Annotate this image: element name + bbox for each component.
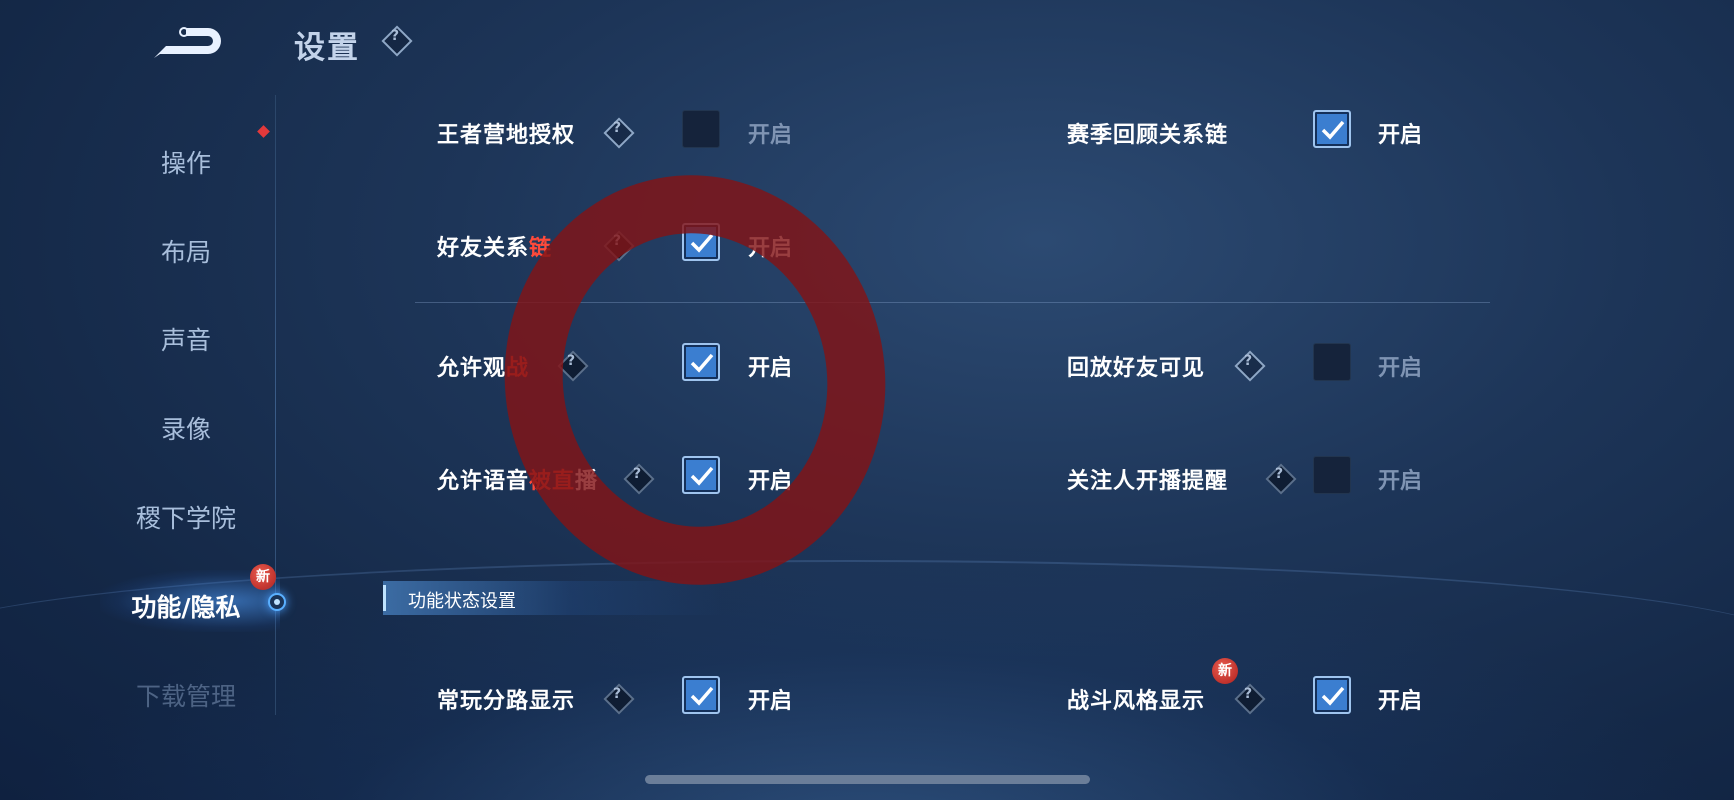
checkbox-lane-display[interactable] bbox=[682, 676, 720, 714]
checkbox-battle-style[interactable] bbox=[1313, 676, 1351, 714]
sidebar-item-recording[interactable]: 录像 bbox=[66, 410, 306, 446]
checkmark-icon bbox=[690, 466, 714, 486]
checkbox-voice-broadcast[interactable] bbox=[682, 456, 720, 494]
state-battle-style: 开启 bbox=[1378, 689, 1423, 714]
label-season-review: 赛季回顾关系链 bbox=[1067, 123, 1229, 148]
label-wangzhe-auth: 王者营地授权 bbox=[437, 123, 576, 148]
label-lane-display: 常玩分路显示 bbox=[437, 689, 576, 714]
notification-dot bbox=[257, 125, 270, 138]
sidebar-item-download[interactable]: 下载管理 bbox=[66, 677, 306, 713]
page-title: 设置 bbox=[294, 30, 360, 66]
sidebar-item-layout[interactable]: 布局 bbox=[66, 233, 306, 269]
state-lane-display: 开启 bbox=[748, 689, 793, 714]
state-replay-visible: 开启 bbox=[1378, 356, 1423, 381]
checkbox-allow-watch[interactable] bbox=[682, 343, 720, 381]
help-icon[interactable]: ? bbox=[1234, 683, 1266, 715]
label-voice-broadcast: 允许语音被直播 bbox=[437, 469, 599, 494]
checkmark-icon bbox=[690, 353, 714, 373]
checkmark-icon bbox=[1321, 686, 1345, 706]
state-allow-watch: 开启 bbox=[748, 356, 793, 381]
help-icon[interactable]: ? bbox=[603, 230, 635, 262]
checkbox-friend-chain[interactable] bbox=[682, 223, 720, 261]
new-badge: 新 bbox=[1212, 658, 1238, 684]
help-icon[interactable]: ? bbox=[381, 25, 413, 57]
label-follow-remind: 关注人开播提醒 bbox=[1067, 469, 1229, 494]
back-arrow-icon bbox=[154, 27, 221, 58]
home-indicator[interactable] bbox=[645, 775, 1090, 784]
checkbox-replay-visible[interactable] bbox=[1313, 343, 1351, 381]
help-icon[interactable]: ? bbox=[603, 117, 635, 149]
sidebar-item-sound[interactable]: 声音 bbox=[66, 321, 306, 357]
label-battle-style: 战斗风格显示 bbox=[1067, 689, 1206, 714]
section-divider bbox=[415, 302, 1490, 303]
settings-screen: 设置 ? 操作 布局 声音 录像 稷下学院 功能/隐私 下载管理 新 王者营地授… bbox=[0, 0, 1734, 800]
back-button[interactable] bbox=[150, 22, 226, 62]
sidebar-active-marker bbox=[268, 593, 286, 611]
state-friend-chain: 开启 bbox=[748, 236, 793, 261]
label-replay-visible: 回放好友可见 bbox=[1067, 356, 1206, 381]
checkbox-follow-remind[interactable] bbox=[1313, 456, 1351, 494]
sidebar-item-academy[interactable]: 稷下学院 bbox=[66, 499, 306, 535]
state-voice-broadcast: 开启 bbox=[748, 469, 793, 494]
label-allow-watch: 允许观战 bbox=[437, 356, 530, 381]
checkmark-icon bbox=[690, 686, 714, 706]
help-icon[interactable]: ? bbox=[1265, 463, 1297, 495]
state-wangzhe-auth: 开启 bbox=[748, 123, 793, 148]
checkbox-season-review[interactable] bbox=[1313, 110, 1351, 148]
checkbox-wangzhe-auth[interactable] bbox=[682, 110, 720, 148]
help-icon[interactable]: ? bbox=[1234, 350, 1266, 382]
section-title: 功能状态设置 bbox=[408, 591, 516, 612]
help-icon[interactable]: ? bbox=[603, 683, 635, 715]
state-season-review: 开启 bbox=[1378, 123, 1423, 148]
checkmark-icon bbox=[1321, 120, 1345, 140]
checkmark-icon bbox=[690, 233, 714, 253]
sidebar-item-operation[interactable]: 操作 bbox=[66, 144, 306, 180]
help-icon[interactable]: ? bbox=[557, 350, 589, 382]
state-follow-remind: 开启 bbox=[1378, 469, 1423, 494]
help-icon[interactable]: ? bbox=[623, 463, 655, 495]
label-friend-chain: 好友关系链 bbox=[437, 236, 553, 261]
new-badge: 新 bbox=[250, 564, 276, 590]
